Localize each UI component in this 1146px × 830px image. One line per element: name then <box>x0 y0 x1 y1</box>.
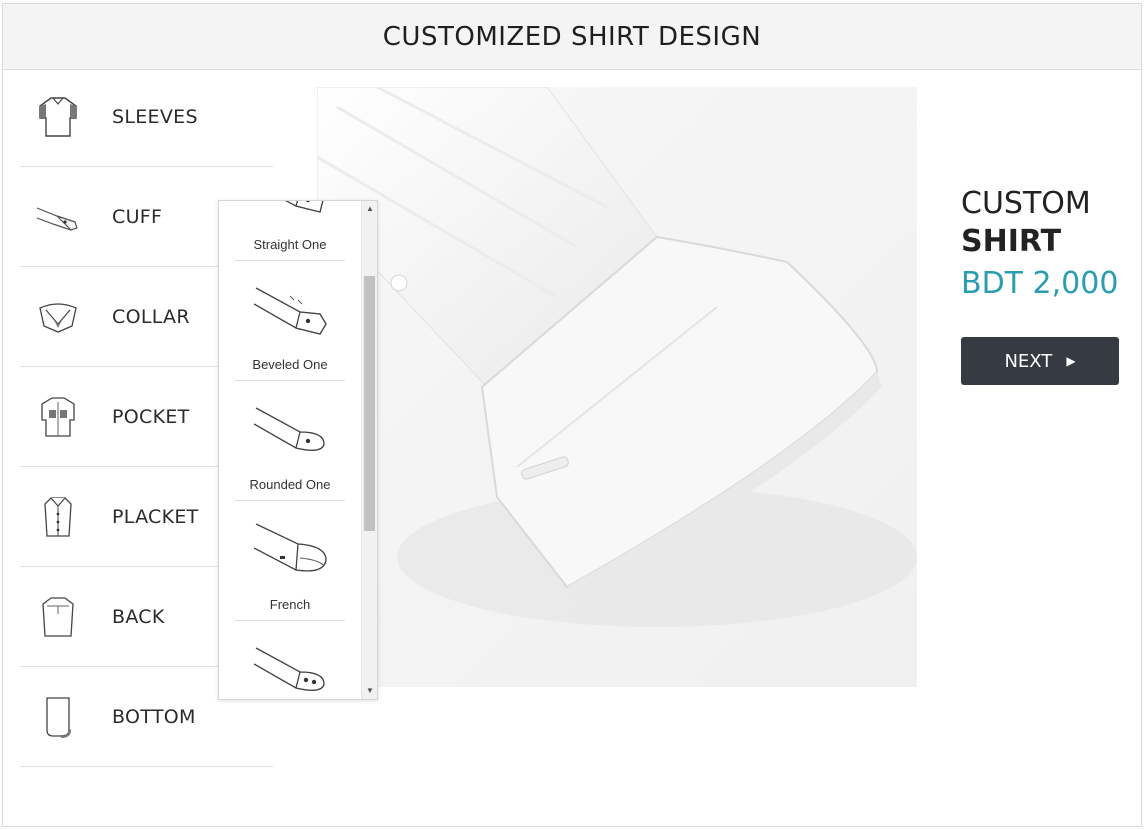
cuff-options-dropdown: Straight One Beveled One Rounded One Fre… <box>218 200 378 700</box>
menu-item-label: POCKET <box>112 405 190 428</box>
cuff-option-beveled[interactable]: Beveled One <box>235 261 345 381</box>
placket-icon <box>34 493 82 541</box>
next-button-label: NEXT <box>1004 350 1053 372</box>
product-title-line2: SHIRT <box>961 224 1062 259</box>
sleeves-icon <box>34 93 82 141</box>
double-button-cuff-icon <box>235 621 345 699</box>
straight-cuff-icon <box>235 201 345 237</box>
caret-right-icon: ▶ <box>1066 354 1076 368</box>
menu-item-label: COLLAR <box>112 305 190 328</box>
product-title-line1: CUSTOM <box>961 186 1091 221</box>
cuff-option-straight[interactable]: Straight One <box>235 201 345 261</box>
collar-icon <box>34 293 82 341</box>
menu-item-sleeves[interactable]: SLEEVES <box>20 67 273 167</box>
next-button[interactable]: NEXT ▶ <box>961 337 1119 385</box>
rounded-cuff-icon <box>235 381 345 477</box>
cuff-option-rounded[interactable]: Rounded One <box>235 381 345 501</box>
cuff-option-double-button[interactable] <box>235 621 345 699</box>
shirt-preview-image <box>317 87 917 687</box>
product-info: CUSTOM SHIRT BDT 2,000 <box>961 185 1131 307</box>
cuff-option-label: French <box>269 597 311 612</box>
scrollbar-thumb[interactable] <box>364 276 375 531</box>
cuff-option-label: Rounded One <box>249 477 331 492</box>
cuff-option-french[interactable]: French <box>235 501 345 621</box>
dropdown-scrollbar[interactable]: ▲ ▼ <box>361 201 377 699</box>
page-title: CUSTOMIZED SHIRT DESIGN <box>382 21 762 52</box>
bottom-icon <box>34 693 82 741</box>
cuff-option-label: Straight One <box>253 237 327 252</box>
menu-item-label: SLEEVES <box>112 105 198 128</box>
pocket-icon <box>34 393 82 441</box>
menu-item-label: BOTTOM <box>112 705 196 728</box>
page-header: CUSTOMIZED SHIRT DESIGN <box>3 4 1141 70</box>
back-icon <box>34 593 82 641</box>
cuff-options-list: Straight One Beveled One Rounded One Fre… <box>219 201 361 699</box>
beveled-cuff-icon <box>235 261 345 357</box>
cuff-icon <box>34 193 82 241</box>
french-cuff-icon <box>235 501 345 597</box>
scroll-up-arrow-icon[interactable]: ▲ <box>362 201 377 217</box>
menu-item-label: CUFF <box>112 205 163 228</box>
menu-item-label: BACK <box>112 605 165 628</box>
menu-item-label: PLACKET <box>112 505 199 528</box>
scroll-down-arrow-icon[interactable]: ▼ <box>362 683 377 699</box>
product-price: BDT 2,000 <box>961 266 1119 301</box>
cuff-option-label: Beveled One <box>252 357 328 372</box>
